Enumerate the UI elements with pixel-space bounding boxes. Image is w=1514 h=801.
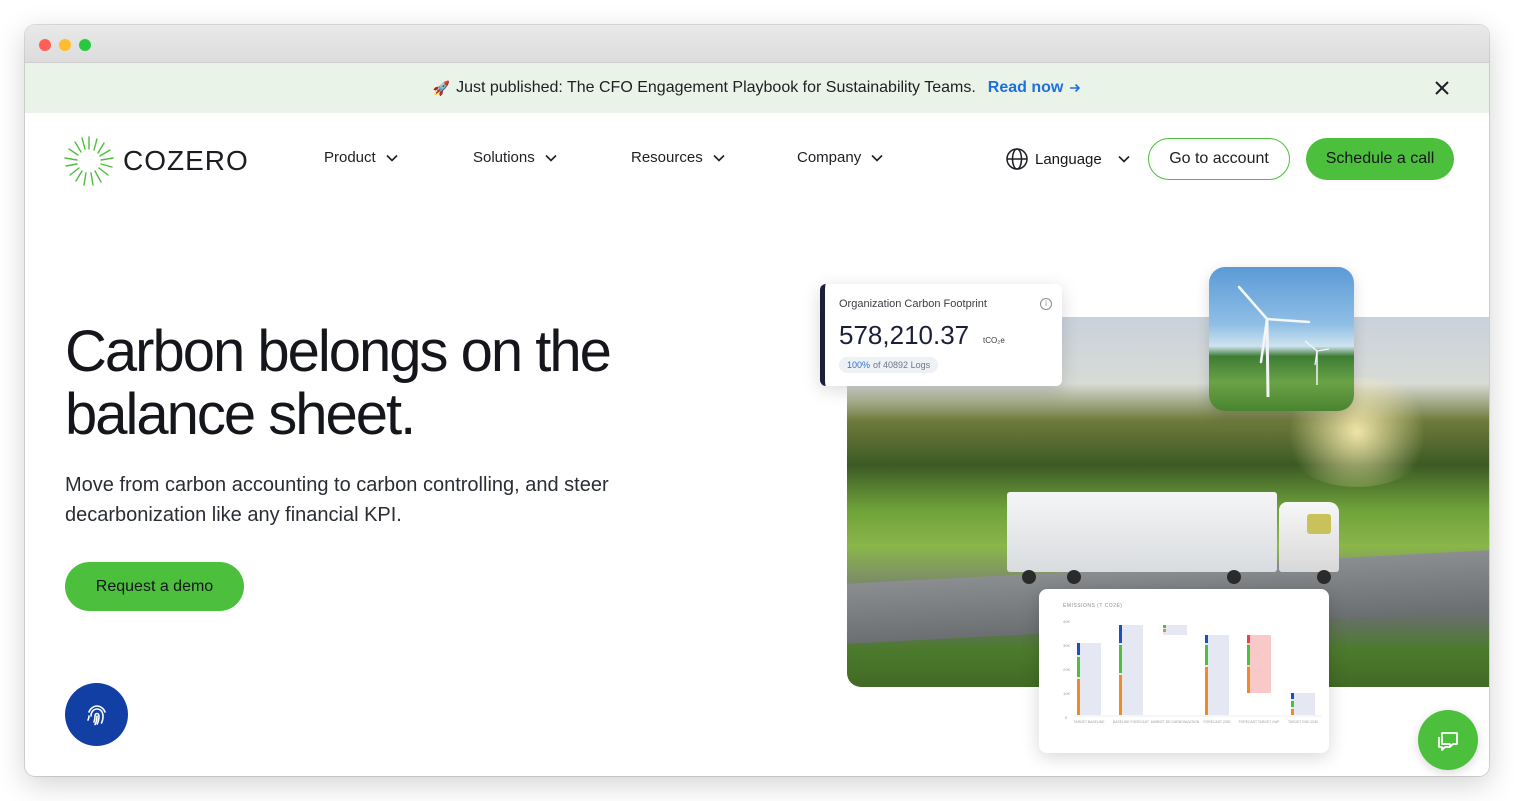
hero-title: Carbon belongs on the balance sheet. bbox=[65, 319, 612, 447]
bar-forecast-target-gap bbox=[1247, 635, 1271, 693]
emissions-chart-card: EMISSIONS (T CO2E) 40K 30K 20K 10K 0 TAR… bbox=[1039, 589, 1329, 753]
x-category-label: TARGET END 2030 bbox=[1288, 720, 1318, 724]
read-now-link[interactable]: Read now bbox=[988, 79, 1082, 97]
truck-cab bbox=[1279, 502, 1339, 572]
emissions-chart: 40K 30K 20K 10K 0 TARGET BASELINE BASELI… bbox=[1063, 619, 1321, 724]
close-window-button[interactable] bbox=[39, 39, 51, 51]
browser-window: 🚀 Just published: The CFO Engagement Pla… bbox=[25, 25, 1489, 776]
brand-name: COZERO bbox=[123, 145, 249, 176]
read-now-label: Read now bbox=[987, 79, 1064, 96]
wind-turbine-photo bbox=[1209, 267, 1354, 411]
y-tick-label: 40K bbox=[1063, 619, 1070, 624]
nav-company[interactable]: Company bbox=[797, 149, 883, 166]
y-tick-label: 20K bbox=[1063, 667, 1070, 672]
truck-wheel bbox=[1067, 570, 1081, 584]
bar-target-end-2030 bbox=[1291, 693, 1315, 715]
main-navigation: COZERO Product Solutions Resources Compa… bbox=[25, 113, 1489, 208]
chat-bubble-icon bbox=[1438, 732, 1458, 751]
x-category-label: FORECAST 2030 bbox=[1204, 720, 1231, 724]
bar-baseline-forecast bbox=[1119, 625, 1143, 715]
cozero-sunburst-icon bbox=[64, 136, 114, 186]
window-titlebar bbox=[25, 25, 1489, 63]
carbon-card-label: Organization Carbon Footprint bbox=[839, 298, 987, 310]
minimize-window-button[interactable] bbox=[59, 39, 71, 51]
nav-solutions-label: Solutions bbox=[473, 149, 535, 166]
announcement-bar: 🚀 Just published: The CFO Engagement Pla… bbox=[25, 63, 1489, 113]
fingerprint-icon bbox=[86, 704, 106, 725]
carbon-footprint-card: Organization Carbon Footprint i 578,210.… bbox=[820, 284, 1062, 386]
chevron-down-icon bbox=[713, 154, 725, 162]
x-category-label: MARKET DE-CARBONIZATION bbox=[1151, 720, 1200, 724]
nav-product-label: Product bbox=[324, 149, 376, 166]
nav-resources[interactable]: Resources bbox=[631, 149, 725, 166]
truck-wheel bbox=[1227, 570, 1241, 584]
chevron-down-icon bbox=[386, 154, 398, 162]
x-category-label: TARGET BASELINE bbox=[1074, 720, 1106, 724]
brand-logo[interactable]: COZERO bbox=[63, 135, 249, 187]
chevron-down-icon bbox=[1118, 155, 1130, 163]
bar-forecast-2030 bbox=[1205, 635, 1229, 715]
go-to-account-button[interactable]: Go to account bbox=[1148, 138, 1290, 180]
cookie-consent-button[interactable] bbox=[65, 683, 128, 746]
chat-widget-button[interactable] bbox=[1418, 710, 1478, 770]
language-selector[interactable]: Language bbox=[1005, 147, 1130, 171]
coverage-rest: of 40892 Logs bbox=[873, 360, 931, 370]
hero-subtitle: Move from carbon accounting to carbon co… bbox=[65, 474, 609, 526]
nav-product[interactable]: Product bbox=[324, 149, 398, 166]
coverage-percent: 100% bbox=[847, 360, 871, 370]
info-icon[interactable]: i bbox=[1040, 298, 1052, 310]
carbon-card-value: 578,210.37 bbox=[839, 320, 970, 350]
chevron-down-icon bbox=[545, 154, 557, 162]
coverage-badge: 100% of 40892 Logs bbox=[839, 357, 939, 373]
truck-trailer bbox=[1007, 492, 1277, 572]
nav-company-label: Company bbox=[797, 149, 862, 166]
truck-wheel bbox=[1317, 570, 1331, 584]
x-category-label: BASELINE FORECAST bbox=[1113, 720, 1149, 724]
y-tick-label: 10K bbox=[1063, 691, 1070, 696]
chevron-down-icon bbox=[871, 154, 883, 162]
truck-wheel bbox=[1022, 570, 1036, 584]
truck-window bbox=[1307, 514, 1331, 534]
arrow-right-icon bbox=[1070, 83, 1081, 93]
schedule-call-button[interactable]: Schedule a call bbox=[1306, 138, 1454, 180]
request-demo-button[interactable]: Request a demo bbox=[65, 562, 244, 611]
rocket-icon: 🚀 bbox=[432, 79, 451, 96]
bar-market-decarbonization bbox=[1163, 625, 1187, 635]
close-icon[interactable] bbox=[1431, 77, 1453, 99]
announcement-text: Just published: The CFO Engagement Playb… bbox=[456, 79, 976, 96]
bar-target-baseline bbox=[1077, 643, 1101, 715]
carbon-card-unit: tCO₂e bbox=[983, 336, 1005, 345]
nav-resources-label: Resources bbox=[631, 149, 703, 166]
y-tick-label: 0 bbox=[1065, 715, 1068, 720]
wind-turbine-icon bbox=[1237, 285, 1330, 398]
maximize-window-button[interactable] bbox=[79, 39, 91, 51]
language-label: Language bbox=[1035, 150, 1102, 168]
y-tick-label: 30K bbox=[1063, 643, 1070, 648]
x-category-label: FORECAST TARGET GAP bbox=[1239, 720, 1281, 724]
globe-icon bbox=[1006, 148, 1028, 170]
nav-solutions[interactable]: Solutions bbox=[473, 149, 557, 166]
